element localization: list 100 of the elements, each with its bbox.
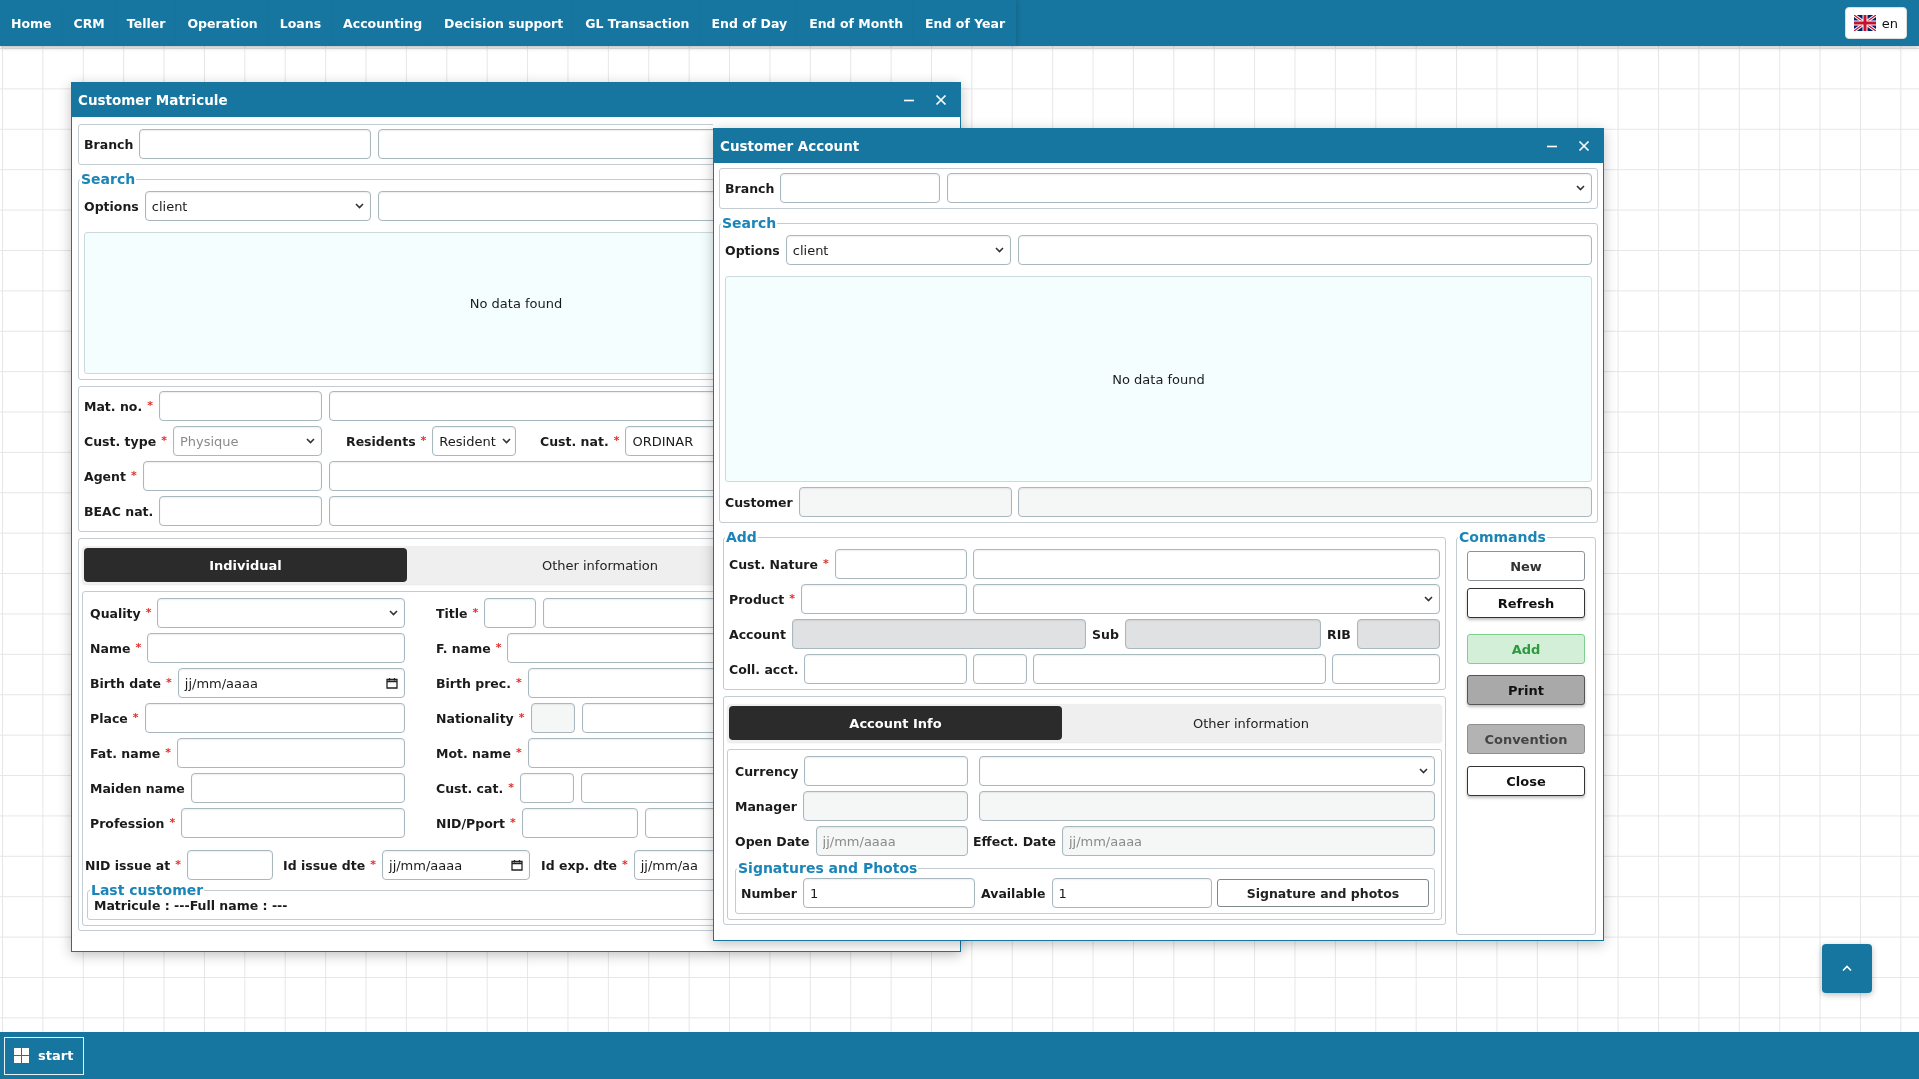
input-field[interactable] — [484, 598, 537, 628]
calendar-icon — [386, 677, 398, 689]
field-label: Nationality * — [436, 710, 525, 726]
input-field[interactable] — [973, 549, 1440, 579]
input-field[interactable] — [798, 487, 1012, 517]
tab[interactable]: Account Info — [729, 706, 1062, 740]
dropdown[interactable]: client — [144, 191, 371, 221]
menu-item[interactable]: GL Transaction — [574, 0, 701, 46]
date-field[interactable]: jj/mm/aaaa — [382, 850, 530, 880]
input-field[interactable]: 1 — [803, 878, 975, 908]
field-label: Name * — [90, 640, 142, 656]
input-field[interactable] — [1018, 235, 1592, 265]
field-label: Profession * — [90, 815, 176, 831]
input-field[interactable] — [780, 173, 940, 203]
menu-item[interactable]: End of Day — [700, 0, 799, 46]
menu-item[interactable]: Accounting — [332, 0, 434, 46]
input-field[interactable] — [804, 756, 968, 786]
dropdown[interactable]: client — [785, 235, 1011, 265]
field-label: Options — [84, 198, 139, 214]
menu-item[interactable]: Teller — [115, 0, 177, 46]
section-legend: Add — [725, 529, 758, 545]
input-field[interactable] — [144, 703, 405, 733]
field-label: Agent * — [84, 468, 137, 484]
signature-button[interactable]: Signature and photos — [1217, 879, 1429, 907]
start-button[interactable]: start — [4, 1036, 85, 1075]
input-field[interactable] — [147, 633, 405, 663]
menu-item[interactable]: Loans — [268, 0, 333, 46]
field-label: RIB — [1327, 626, 1351, 642]
field-label: Title * — [436, 605, 479, 621]
input-field[interactable]: 1 — [1051, 878, 1212, 908]
field-label: Residents * — [346, 433, 427, 449]
menu-item[interactable]: End of Year — [914, 0, 1017, 46]
dropdown[interactable] — [979, 756, 1435, 786]
tab[interactable]: Individual — [84, 548, 407, 582]
field-label: F. name * — [436, 640, 502, 656]
dropdown[interactable] — [157, 598, 405, 628]
language-button[interactable]: en — [1844, 7, 1907, 39]
input-field[interactable] — [186, 850, 273, 880]
input-field[interactable] — [190, 773, 405, 803]
input-field[interactable] — [519, 773, 574, 803]
input-field[interactable] — [181, 808, 405, 838]
field-label: BEAC nat. — [84, 503, 154, 519]
menu-item[interactable]: Decision support — [433, 0, 575, 46]
field-label: NID/Pport * — [436, 815, 516, 831]
tab[interactable]: Other information — [407, 548, 713, 582]
input-field[interactable] — [800, 584, 967, 614]
input-field[interactable] — [530, 703, 575, 733]
caret-icon — [1419, 768, 1428, 774]
field-label: Cust. cat. * — [436, 780, 514, 796]
dropdown[interactable] — [973, 584, 1440, 614]
input-field[interactable]: ORDINAR — [625, 426, 713, 456]
field-label: Open Date — [735, 833, 810, 849]
command-button[interactable]: Close — [1467, 766, 1585, 796]
menu-item[interactable]: CRM — [62, 0, 116, 46]
dropdown[interactable]: Resident — [432, 426, 516, 456]
menu-item[interactable]: Operation — [176, 0, 269, 46]
field-label: Fat. name * — [90, 745, 171, 761]
input-field[interactable] — [804, 654, 967, 684]
scroll-to-top-button[interactable] — [1822, 944, 1872, 993]
menu-item[interactable]: End of Month — [798, 0, 915, 46]
field-label: Quality * — [90, 605, 152, 621]
command-button[interactable]: Refresh — [1467, 588, 1585, 618]
input-field[interactable] — [834, 549, 967, 579]
input-field[interactable] — [1018, 487, 1592, 517]
command-button[interactable]: Print — [1467, 675, 1585, 705]
dropdown[interactable] — [947, 173, 1592, 203]
field-label: Sub — [1092, 626, 1119, 642]
field-label: Maiden name — [90, 780, 185, 796]
tab[interactable]: Other information — [1062, 706, 1440, 740]
input-field[interactable] — [802, 791, 968, 821]
input-field[interactable]: jj/mm/aaaa — [815, 826, 968, 856]
input-field[interactable] — [979, 791, 1435, 821]
input-field[interactable] — [1124, 619, 1321, 649]
input-field[interactable] — [159, 496, 322, 526]
calendar-icon — [511, 859, 523, 871]
chevron-up-icon — [1842, 965, 1852, 972]
input-field[interactable] — [142, 461, 322, 491]
input-field[interactable] — [791, 619, 1086, 649]
date-field[interactable]: jj/mm/aaaa — [177, 668, 405, 698]
input-field[interactable] — [139, 129, 371, 159]
input-field[interactable] — [1033, 654, 1326, 684]
field-label: Place * — [90, 710, 139, 726]
input-field[interactable] — [973, 654, 1027, 684]
input-field[interactable] — [158, 391, 322, 421]
field-label: Available — [981, 885, 1046, 901]
input-field[interactable]: jj/mm/aaaa — [1061, 826, 1435, 856]
command-button[interactable]: New — [1467, 551, 1585, 581]
field-label: Birth prec. * — [436, 675, 522, 691]
dropdown[interactable]: Physique — [172, 426, 322, 456]
field-label: Cust. Nature * — [729, 556, 829, 572]
caret-icon — [1576, 185, 1585, 191]
input-field[interactable] — [1356, 619, 1440, 649]
input-field[interactable] — [1332, 654, 1440, 684]
caret-icon — [995, 247, 1004, 253]
field-label: NID issue at * — [85, 857, 181, 873]
date-field[interactable]: jj/mm/aa — [633, 850, 713, 880]
close-icon — [935, 94, 947, 106]
field-label: Effect. Date — [973, 833, 1056, 849]
input-field[interactable] — [521, 808, 638, 838]
input-field[interactable] — [176, 738, 405, 768]
